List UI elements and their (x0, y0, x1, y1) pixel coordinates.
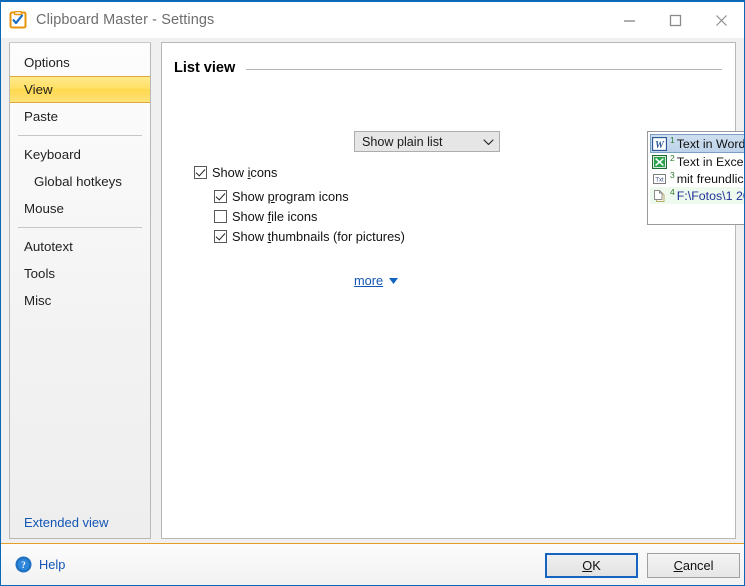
sidebar-item-label: Options (24, 55, 70, 70)
sidebar-item-label: Mouse (24, 201, 64, 216)
list-view-mode-select[interactable]: Show plain list (354, 131, 500, 152)
more-options-link[interactable]: more (354, 273, 398, 288)
list-view-preview: W 1 Text in Word (647, 131, 745, 225)
preview-row-4[interactable]: 4 F:\Fotos\1 2011\P1030359.JPG (650, 187, 745, 204)
accelerator-letter: O (582, 558, 592, 573)
checkbox-label: Show program icons (232, 189, 349, 204)
sidebar-item-misc[interactable]: Misc (10, 287, 150, 314)
checkbox-box (214, 190, 227, 203)
svg-text:Txt: Txt (655, 177, 664, 183)
checkbox-show-program-icons[interactable]: Show program icons (214, 189, 349, 204)
sidebar-item-label: View (24, 82, 53, 97)
sidebar-divider-2 (18, 227, 142, 228)
dialog-footer: ? Help OK Cancel (1, 543, 744, 586)
checkbox-box (214, 230, 227, 243)
checkbox-box (214, 210, 227, 223)
minimize-button[interactable] (606, 2, 652, 38)
excel-icon (652, 155, 667, 169)
preview-row-number: 2 (670, 153, 675, 163)
svg-text:?: ? (21, 560, 26, 570)
preview-row-2[interactable]: 2 Text in Excel (650, 153, 745, 170)
sidebar-item-paste[interactable]: Paste (10, 103, 150, 130)
ok-button[interactable]: OK (545, 553, 638, 578)
triangle-down-icon (389, 278, 398, 284)
checkbox-show-thumbnails[interactable]: Show thumbnails (for pictures) (214, 229, 405, 244)
dialog-body: Options View Paste Keyboard Global hotke… (1, 38, 744, 543)
accelerator-letter: C (674, 558, 683, 573)
word-icon: W (652, 137, 667, 151)
extended-view-link[interactable]: Extended view (10, 515, 150, 530)
cancel-button-label: Cancel (674, 558, 714, 573)
settings-window: Clipboard Master - Settings Options (0, 0, 745, 586)
clipboard-check-icon (9, 11, 27, 29)
sidebar-item-global-hotkeys[interactable]: Global hotkeys (10, 168, 150, 195)
preview-row-1[interactable]: W 1 Text in Word (650, 134, 745, 153)
window-controls (606, 2, 744, 38)
sidebar-divider-1 (18, 135, 142, 136)
preview-row-text: mit freundlichen Grüßen (677, 172, 745, 186)
sidebar-item-label: Global hotkeys (34, 174, 122, 189)
checkbox-box (194, 166, 207, 179)
preview-row-text: F:\Fotos\1 2011\P1030359.JPG (677, 189, 745, 203)
chevron-down-icon (481, 138, 495, 146)
group-title: List view (174, 60, 235, 76)
sidebar-item-tools[interactable]: Tools (10, 260, 150, 287)
settings-content-panel: List view Show plain list Show icons (161, 42, 736, 539)
preview-row-number: 4 (670, 187, 675, 197)
text-file-icon: Txt (652, 172, 667, 186)
svg-text:W: W (655, 140, 665, 151)
preview-row-number: 1 (670, 135, 675, 145)
close-button[interactable] (698, 2, 744, 38)
preview-row-text: Text in Word (677, 137, 745, 151)
accelerator-letter: p (268, 189, 275, 204)
sidebar-item-label: Tools (24, 266, 55, 281)
preview-row-3[interactable]: Txt 3 mit freundlichen Grüßen (650, 170, 745, 187)
preview-row-text: Text in Excel (677, 155, 745, 169)
ok-button-label: OK (582, 558, 601, 573)
group-header-rule (246, 69, 722, 70)
help-label: Help (39, 557, 65, 572)
checkbox-label: Show icons (212, 165, 277, 180)
checkbox-label: Show thumbnails (for pictures) (232, 229, 405, 244)
help-link[interactable]: ? Help (15, 556, 65, 573)
sidebar-item-options[interactable]: Options (10, 49, 150, 76)
cancel-button[interactable]: Cancel (647, 553, 740, 578)
sidebar-item-label: Misc (24, 293, 51, 308)
sidebar-item-label: Paste (24, 109, 58, 124)
sidebar-item-autotext[interactable]: Autotext (10, 233, 150, 260)
title-bar: Clipboard Master - Settings (1, 2, 744, 38)
checkbox-label: Show file icons (232, 209, 317, 224)
sidebar-item-label: Keyboard (24, 147, 81, 162)
sidebar-item-view[interactable]: View (10, 76, 150, 103)
help-circle-icon: ? (15, 556, 32, 573)
sidebar-item-label: Autotext (24, 239, 73, 254)
list-view-mode-value: Show plain list (362, 135, 481, 149)
file-page-icon (652, 189, 667, 203)
maximize-button[interactable] (652, 2, 698, 38)
checkbox-show-icons[interactable]: Show icons (194, 165, 277, 180)
window-title: Clipboard Master - Settings (36, 12, 214, 28)
more-link-label: more (354, 273, 383, 288)
sidebar-item-keyboard[interactable]: Keyboard (10, 141, 150, 168)
group-header: List view (174, 59, 722, 77)
settings-sidebar: Options View Paste Keyboard Global hotke… (9, 42, 151, 539)
checkbox-show-file-icons[interactable]: Show file icons (214, 209, 317, 224)
sidebar-item-mouse[interactable]: Mouse (10, 195, 150, 222)
preview-row-number: 3 (670, 170, 675, 180)
